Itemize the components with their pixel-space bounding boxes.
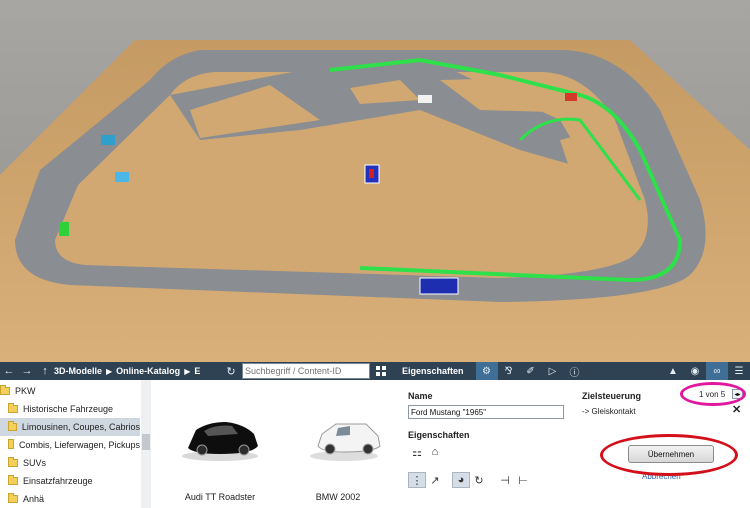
counter-text: 1 von 5: [699, 390, 726, 399]
coupling-right-icon[interactable]: ⊢: [514, 472, 532, 488]
refresh-icon[interactable]: ↻: [222, 362, 240, 380]
model-label: Audi TT Roadster: [184, 492, 256, 502]
name-field[interactable]: [408, 405, 564, 419]
apply-button[interactable]: Übernehmen: [628, 445, 714, 463]
target-value: -> Gleiskontakt: [582, 407, 636, 416]
car-red-inner: [369, 169, 374, 178]
train-icon[interactable]: ⚏: [408, 444, 426, 460]
chevron-right-icon: ▶: [106, 366, 113, 376]
folder-icon: [8, 475, 18, 485]
car-green: [59, 222, 69, 236]
car-teal: [101, 135, 115, 145]
stepper-arrows-icon[interactable]: ◂▸: [732, 389, 743, 399]
model-card[interactable]: Audi TT Roadster: [156, 384, 284, 506]
properties-toolbar: Eigenschaften ⚙ ⅋ ✐ ▷ ⓘ ▲ ◉ ∞ ☰: [392, 362, 750, 380]
tree-scrollbar[interactable]: [141, 380, 151, 508]
name-heading: Name: [408, 391, 433, 401]
tree-item[interactable]: Anhä: [0, 490, 140, 508]
info-icon[interactable]: ⓘ: [564, 362, 586, 380]
back-arrow-icon[interactable]: ←: [0, 362, 18, 380]
3d-viewport[interactable]: [0, 0, 750, 362]
expand-icon[interactable]: ↗: [426, 472, 444, 488]
car-thumbnail: [182, 422, 258, 461]
car-lightblue: [115, 172, 129, 182]
breadcrumb-item[interactable]: 3D-Modelle: [54, 366, 102, 376]
folder-icon: [8, 421, 17, 431]
breadcrumb-item[interactable]: Online-Katalog: [116, 366, 180, 376]
model-thumbnails: Audi TT Roadster BMW 2002: [152, 380, 392, 508]
folder-icon: [8, 403, 18, 413]
properties-heading: Eigenschaften: [408, 430, 470, 440]
paint-icon[interactable]: ✐: [520, 362, 542, 380]
pin-icon[interactable]: ▲: [662, 362, 684, 380]
folder-icon: [8, 439, 14, 449]
grid-icon: [376, 366, 386, 376]
coupling-left-icon[interactable]: ⊣: [496, 472, 514, 488]
close-icon[interactable]: ✕: [732, 403, 741, 416]
scrollbar-thumb[interactable]: [142, 434, 150, 450]
properties-panel: Eigenschaften ⚙ ⅋ ✐ ▷ ⓘ ▲ ◉ ∞ ☰ Name Eig…: [392, 362, 750, 508]
catalog-panel: ← → ↑ 3D-Modelle ▶ Online-Katalog ▶ E ↻ …: [0, 362, 392, 508]
car-thumbnail: [310, 423, 381, 461]
forward-arrow-icon[interactable]: →: [18, 362, 36, 380]
model-card[interactable]: BMW 2002: [288, 384, 388, 506]
menu-icon[interactable]: ☰: [728, 362, 750, 380]
rotation-icon[interactable]: ↻: [470, 472, 488, 488]
tree-item-label: PKW: [15, 386, 36, 396]
home-icon[interactable]: ⌂: [426, 444, 444, 460]
car-red: [565, 93, 577, 101]
search-input[interactable]: [242, 363, 370, 379]
tree-item-label: Limousinen, Coupes, Cabrios: [21, 422, 140, 432]
tree-item-label: Einsatzfahrzeuge: [23, 476, 93, 486]
tree-item-label: SUVs: [23, 458, 47, 468]
tree-item[interactable]: Einsatzfahrzeuge: [0, 472, 140, 490]
gear-icon[interactable]: ⚙: [475, 362, 498, 380]
network-icon[interactable]: ⅋: [498, 362, 520, 380]
folder-icon: [8, 493, 18, 503]
tree-item[interactable]: Combis, Lieferwagen, Pickups: [0, 436, 140, 454]
tree-item[interactable]: SUVs: [0, 454, 140, 472]
link-icon[interactable]: ∞: [706, 362, 728, 380]
folder-icon: [0, 385, 10, 395]
panel-title: Eigenschaften: [402, 366, 464, 376]
up-arrow-icon[interactable]: ↑: [36, 362, 54, 380]
chevron-right-icon: ▶: [184, 366, 191, 376]
car-white: [418, 95, 432, 103]
tree-item[interactable]: PKW: [0, 382, 140, 400]
category-tree: PKW Historische Fahrzeuge Limousinen, Co…: [0, 380, 152, 508]
eye-icon[interactable]: ◉: [684, 362, 706, 380]
tree-item-selected[interactable]: Limousinen, Coupes, Cabrios: [0, 418, 140, 436]
play-icon[interactable]: ▷: [542, 362, 564, 380]
model-label: BMW 2002: [315, 492, 361, 502]
speedometer-icon[interactable]: ◕: [452, 472, 470, 488]
tree-item-label: Anhä: [23, 494, 45, 504]
grid-view-icon[interactable]: [372, 363, 390, 379]
tree-item-label: Combis, Lieferwagen, Pickups: [18, 440, 140, 450]
breadcrumb-item[interactable]: E: [194, 366, 200, 376]
tree-item[interactable]: Historische Fahrzeuge: [0, 400, 140, 418]
edit-path-icon[interactable]: ⋮: [408, 472, 426, 488]
cancel-link[interactable]: Abbrechen: [642, 472, 681, 481]
tree-item-label: Historische Fahrzeuge: [23, 404, 114, 414]
car-blue-selected[interactable]: [419, 277, 459, 295]
folder-icon: [8, 457, 18, 467]
target-heading: Zielsteuerung: [582, 391, 642, 401]
